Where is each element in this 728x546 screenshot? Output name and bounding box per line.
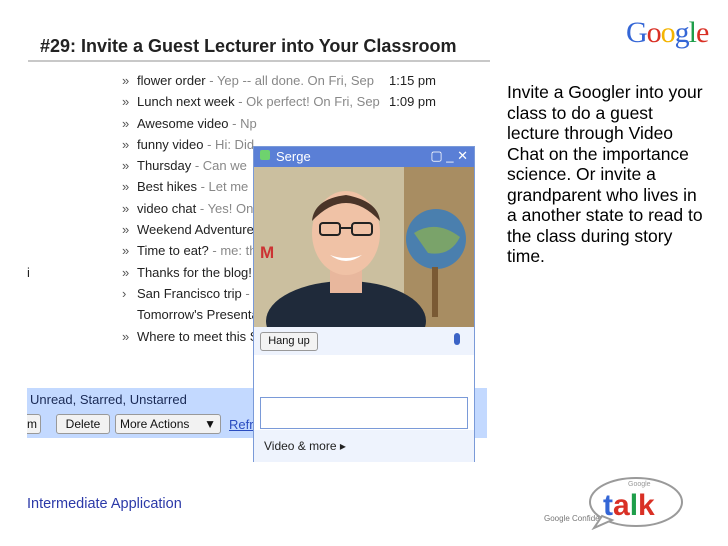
logo-letter: g (674, 16, 690, 49)
slide-title: #29: Invite a Guest Lecturer into Your C… (40, 36, 457, 56)
talk-letter: t (603, 489, 613, 522)
chevron-icon: » (122, 179, 130, 195)
talk-letter: a (613, 489, 630, 522)
slide-description: Invite a Googler into your class to do a… (507, 82, 703, 266)
mail-time: 1:15 pm (389, 73, 436, 88)
logo-letter: l (688, 16, 697, 49)
chevron-icon: » (122, 94, 130, 110)
chevron-icon: » (122, 264, 130, 280)
talk-logo-word: talk (603, 489, 655, 522)
mail-subject: Awesome video - Np (137, 115, 257, 131)
chevron-icon: » (122, 158, 130, 174)
mail-snippet: - Let me (196, 179, 249, 195)
mail-subject: funny video - Hi: Did (137, 136, 255, 152)
video-more-link[interactable]: Video & more ▸ (264, 439, 346, 453)
mail-snippet: - Ok perfect! On Fri, Sep (234, 94, 380, 110)
more-actions-select[interactable]: More Actions ▼ (115, 414, 221, 434)
mail-subject: video chat - Yes! On (137, 200, 254, 216)
mail-snippet: - Yes! On (196, 200, 254, 216)
chevron-icon: » (122, 136, 130, 152)
chat-window: Serge ▢ _ ✕ M Hang up Video & more ▸ (253, 146, 475, 462)
chevron-icon: » (122, 115, 130, 131)
hangup-button[interactable]: Hang up (260, 332, 318, 351)
archive-button[interactable]: m (27, 414, 41, 434)
chat-window-controls[interactable]: ▢ _ ✕ (430, 148, 468, 164)
talk-logo-small-text: Google (628, 481, 651, 488)
chevron-icon: » (122, 243, 130, 259)
online-status-icon (260, 150, 270, 160)
gmail-screenshot: » flower order - Yep -- all done. On Fri,… (27, 70, 487, 462)
person-video-image (254, 167, 474, 327)
video-feed: M (254, 167, 474, 327)
logo-letter: o (660, 16, 676, 49)
mail-snippet: - (241, 285, 250, 301)
chevron-icon: » (122, 200, 130, 216)
chevron-down-icon: ▼ (204, 417, 216, 431)
mail-time: 1:09 pm (389, 94, 436, 110)
gmail-icon: M (260, 243, 275, 262)
mail-subject: San Francisco trip - (137, 285, 250, 301)
title-divider (28, 60, 490, 62)
more-actions-label: More Actions (120, 417, 190, 431)
mail-snippet: - Np (228, 115, 257, 131)
mail-snippet: - Can we (191, 158, 247, 174)
mail-snippet: - me: th (208, 243, 257, 259)
mail-snippet: - Yep -- all done. On Fri, Sep (205, 73, 375, 88)
microphone-icon[interactable] (454, 333, 460, 345)
footer-category-label: Intermediate Application (27, 496, 182, 512)
google-talk-logo: Google talk (588, 472, 684, 531)
mail-subject: Tomorrow's Presentat (137, 307, 263, 323)
chat-contact-name: Serge (276, 149, 311, 164)
mail-subject: Thursday - Can we (137, 158, 247, 174)
delete-button[interactable]: Delete (56, 414, 110, 434)
row-label: i (27, 264, 30, 280)
chevron-icon: » (122, 328, 130, 344)
talk-letter: k (638, 489, 655, 522)
table-row[interactable]: » flower order - Yep -- all done. On Fri,… (27, 70, 487, 91)
chevron-icon: » (122, 73, 130, 88)
mail-subject: Best hikes - Let me (137, 179, 249, 195)
table-row[interactable]: » Awesome video - Np (27, 113, 487, 134)
mail-subject: Time to eat? - me: th (137, 243, 257, 259)
chevron-icon: › (122, 285, 127, 301)
google-logo: Google (626, 16, 709, 50)
logo-letter: o (646, 16, 662, 49)
chat-message-input[interactable] (260, 397, 468, 429)
refresh-link[interactable]: Refr (229, 417, 254, 432)
chevron-icon: » (122, 222, 130, 238)
table-row[interactable]: » Lunch next week - Ok perfect! On Fri, S… (27, 91, 487, 112)
mail-snippet: - Hi: Did (203, 136, 255, 152)
mail-subject: Where to meet this S (137, 328, 259, 344)
hangup-row: Hang up (254, 327, 474, 355)
mail-subject: Lunch next week - Ok perfect! On Fri, Se… (137, 94, 380, 110)
chat-header: Serge ▢ _ ✕ (254, 147, 474, 167)
mail-subject: flower order - Yep -- all done. On Fri, … (137, 73, 375, 88)
video-more-row: Video & more ▸ (254, 430, 474, 462)
logo-letter: e (696, 16, 709, 49)
logo-letter: G (626, 16, 648, 49)
mail-subject: Thanks for the blog! (137, 264, 252, 280)
talk-letter: l (630, 489, 638, 522)
labels-text: Unread, Starred, Unstarred (30, 392, 187, 407)
mail-subject: Weekend Adventure (137, 222, 254, 238)
